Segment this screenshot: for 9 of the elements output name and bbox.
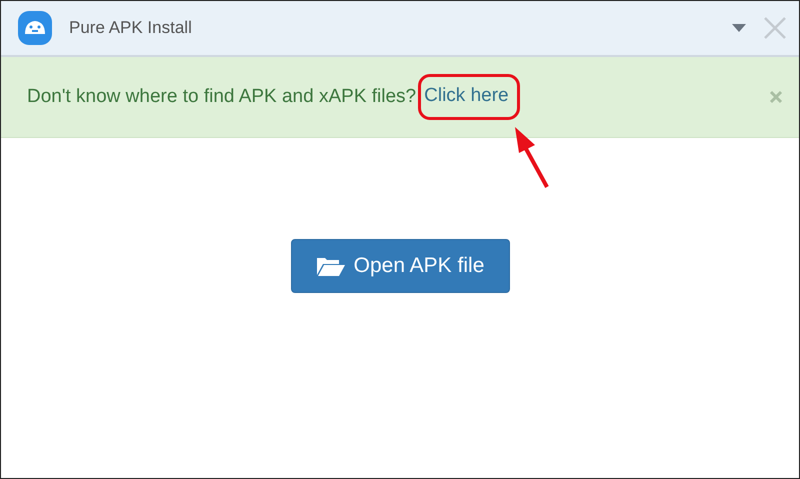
- folder-icon: [316, 255, 346, 277]
- banner-message: Don't know where to find APK and xAPK files?: [27, 86, 416, 108]
- app-logo-icon: [17, 10, 53, 46]
- open-apk-button[interactable]: Open APK file: [290, 239, 510, 293]
- close-button[interactable]: [763, 16, 787, 40]
- click-here-link[interactable]: Click here: [424, 85, 509, 106]
- dropdown-button[interactable]: [731, 23, 747, 33]
- window-title: Pure APK Install: [69, 18, 193, 38]
- dismiss-button[interactable]: [769, 90, 783, 104]
